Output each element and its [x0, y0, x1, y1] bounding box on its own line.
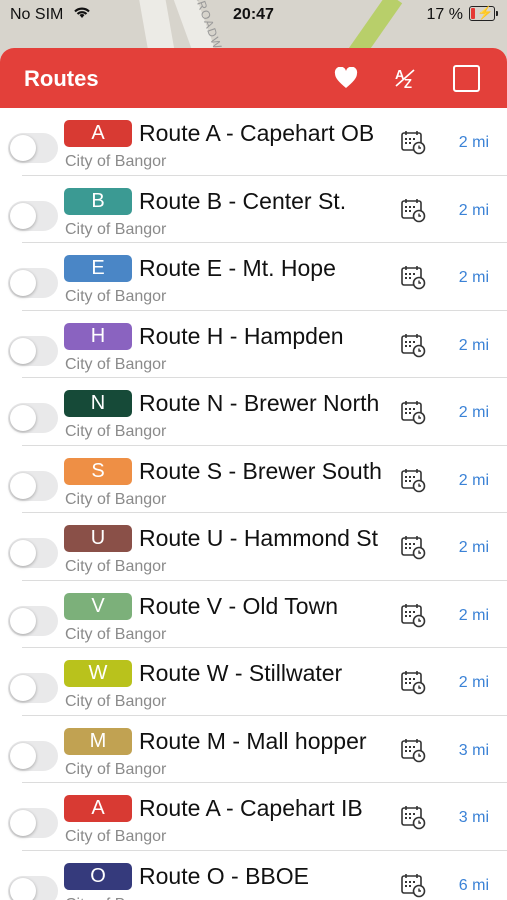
calendar-clock-icon[interactable] [400, 332, 426, 358]
page-title: Routes [24, 66, 99, 91]
route-badge: S [64, 457, 132, 485]
route-toggle[interactable] [8, 538, 58, 568]
route-distance: 2 mi [458, 471, 489, 489]
calendar-clock-icon[interactable] [400, 129, 426, 155]
route-name: Route O - BBOE [139, 862, 310, 889]
route-row[interactable]: S Route S - Brewer South City of Bangor … [0, 446, 507, 513]
route-row[interactable]: W Route W - Stillwater City of Bangor 2 … [0, 648, 507, 716]
route-toggle[interactable] [8, 335, 58, 366]
calendar-clock-icon[interactable] [400, 467, 426, 493]
route-distance: 3 mi [458, 741, 489, 759]
battery-percent: 17 % [426, 6, 463, 23]
route-badge: V [64, 592, 132, 620]
route-agency: City of Bangor [65, 760, 167, 778]
route-badge: B [64, 187, 132, 215]
route-badge: W [64, 660, 132, 687]
route-name: Route V - Old Town [139, 592, 339, 619]
route-row[interactable]: V Route V - Old Town City of Bangor 2 mi [0, 581, 507, 648]
checkbox-icon[interactable] [450, 62, 482, 94]
route-row[interactable]: N Route N - Brewer North City of Bangor … [0, 378, 507, 446]
route-toggle[interactable] [8, 808, 58, 838]
calendar-clock-icon[interactable] [400, 737, 426, 763]
route-toggle[interactable] [8, 403, 58, 433]
route-distance: 6 mi [458, 876, 489, 894]
battery-icon: ⚡ [469, 5, 498, 21]
route-name: Route A - Capehart IB [139, 795, 363, 821]
calendar-clock-icon[interactable] [400, 804, 426, 830]
status-bar: No SIM 20:47 17 % ⚡ [0, 0, 507, 30]
route-distance: 2 mi [458, 134, 489, 151]
route-row[interactable]: E Route E - Mt. Hope City of Bangor 2 mi [0, 243, 507, 311]
route-agency: City of Bangor [65, 693, 167, 710]
route-badge: M [64, 727, 132, 755]
routes-header: Routes AZ [0, 48, 507, 108]
route-distance: 2 mi [458, 269, 489, 286]
route-distance: 2 mi [458, 606, 489, 624]
route-badge: U [64, 525, 132, 552]
route-toggle[interactable] [8, 200, 58, 231]
calendar-clock-icon[interactable] [400, 669, 426, 695]
route-agency: City of Bangor [65, 153, 167, 170]
route-badge: A [64, 795, 132, 822]
calendar-clock-icon[interactable] [400, 264, 426, 290]
route-name: Route A - Capehart OB [139, 120, 375, 146]
route-row[interactable]: A Route A - Capehart OB City of Bangor 2… [0, 108, 507, 176]
route-distance: 3 mi [458, 809, 489, 826]
route-badge: H [64, 322, 132, 350]
route-row[interactable]: M Route M - Mall hopper City of Bangor 3… [0, 716, 507, 783]
route-toggle[interactable] [8, 605, 58, 636]
calendar-clock-icon[interactable] [400, 534, 426, 560]
route-toggle[interactable] [8, 673, 58, 703]
route-distance: 2 mi [458, 336, 489, 354]
calendar-clock-icon[interactable] [400, 197, 426, 223]
route-agency: City of Bangor [65, 828, 167, 845]
route-row[interactable]: U Route U - Hammond St City of Bangor 2 … [0, 513, 507, 581]
route-row[interactable]: B Route B - Center St. City of Bangor 2 … [0, 176, 507, 243]
calendar-clock-icon[interactable] [400, 399, 426, 425]
routes-sheet: Routes AZ A Route A - Capehart OB City o… [0, 48, 507, 900]
route-name: Route U - Hammond St [139, 525, 379, 551]
route-agency: City of Bangor [65, 558, 167, 575]
route-toggle[interactable] [8, 470, 58, 501]
route-toggle[interactable] [8, 740, 58, 771]
route-name: Route B - Center St. [139, 187, 347, 214]
route-row[interactable]: O Route O - BBOE City of Bangor 6 mi [0, 851, 507, 900]
route-agency: City of Bangor [65, 423, 167, 440]
calendar-clock-icon[interactable] [400, 872, 426, 898]
route-name: Route N - Brewer North [139, 390, 380, 416]
route-toggle[interactable] [8, 268, 58, 298]
route-name: Route E - Mt. Hope [139, 255, 336, 281]
route-distance: 2 mi [458, 201, 489, 219]
route-agency: City of Bangor [65, 625, 167, 643]
route-distance: 2 mi [458, 674, 489, 691]
route-agency: City of Bangor [65, 490, 167, 508]
route-agency: City of Bangor [65, 355, 167, 373]
route-agency: City of Bangor [65, 220, 167, 238]
route-distance: 2 mi [458, 404, 489, 421]
route-badge: E [64, 255, 132, 282]
calendar-clock-icon[interactable] [400, 602, 426, 628]
route-list: A Route A - Capehart OB City of Bangor 2… [0, 108, 507, 900]
sort-az-icon[interactable]: AZ [390, 62, 422, 94]
route-toggle[interactable] [8, 875, 58, 900]
route-name: Route M - Mall hopper [139, 727, 367, 754]
route-distance: 2 mi [458, 539, 489, 556]
route-badge: N [64, 390, 132, 417]
route-badge: A [64, 120, 132, 147]
heart-icon[interactable] [330, 62, 362, 94]
route-row[interactable]: H Route H - Hampden City of Bangor 2 mi [0, 311, 507, 378]
route-toggle[interactable] [8, 133, 58, 163]
route-row[interactable]: A Route A - Capehart IB City of Bangor 3… [0, 783, 507, 851]
route-name: Route H - Hampden [139, 322, 344, 349]
route-badge: O [64, 862, 132, 890]
route-name: Route S - Brewer South [139, 457, 382, 484]
route-agency: City of Bangor [65, 896, 166, 900]
route-agency: City of Bangor [65, 288, 167, 305]
route-name: Route W - Stillwater [139, 660, 343, 686]
